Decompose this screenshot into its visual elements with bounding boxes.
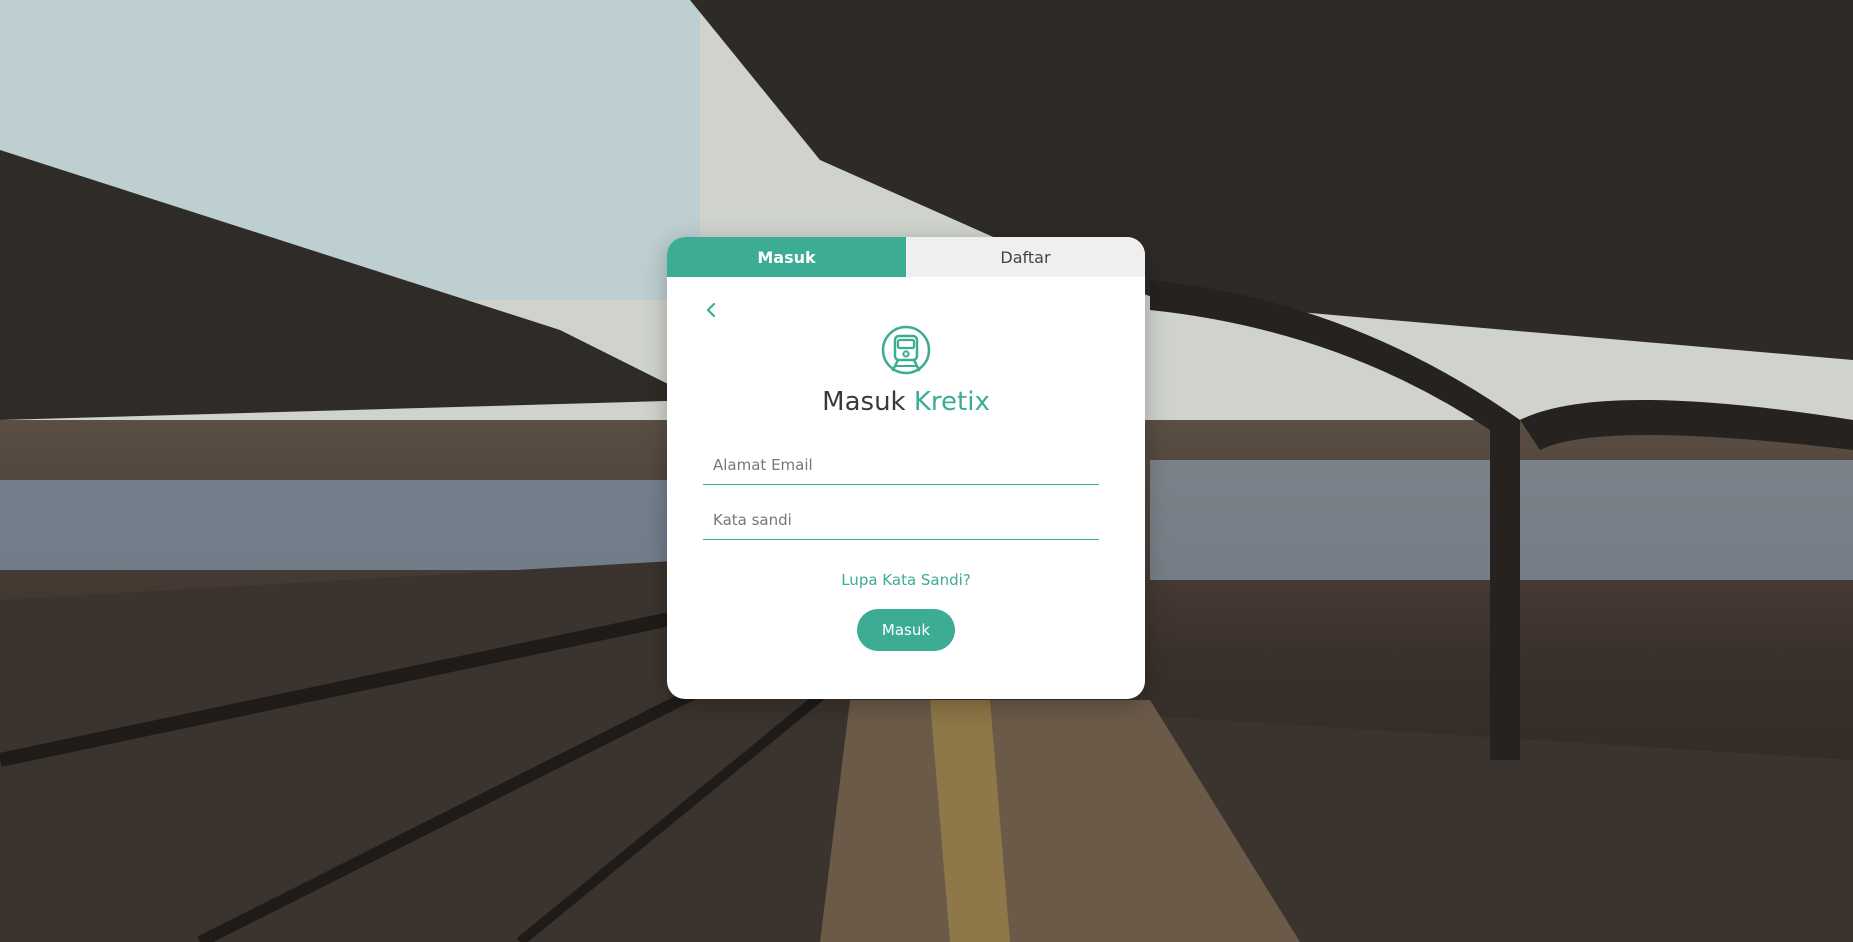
title-prefix: Masuk [822, 387, 906, 417]
tab-masuk[interactable]: Masuk [667, 237, 906, 277]
forgot-password-link[interactable]: Lupa Kata Sandi? [667, 571, 1145, 589]
chevron-left-icon[interactable] [703, 302, 719, 318]
email-field[interactable] [703, 445, 1099, 485]
train-icon [880, 324, 932, 376]
auth-tabs: Masuk Daftar [667, 237, 1145, 277]
brand-name: Kretix [913, 387, 990, 417]
login-card: Masuk Daftar Masuk Kretix Lupa Kata Sand… [667, 237, 1145, 699]
page-title: Masuk Kretix [667, 387, 1145, 417]
password-field[interactable] [703, 500, 1099, 540]
login-button[interactable]: Masuk [857, 609, 955, 651]
tab-daftar[interactable]: Daftar [906, 237, 1145, 277]
